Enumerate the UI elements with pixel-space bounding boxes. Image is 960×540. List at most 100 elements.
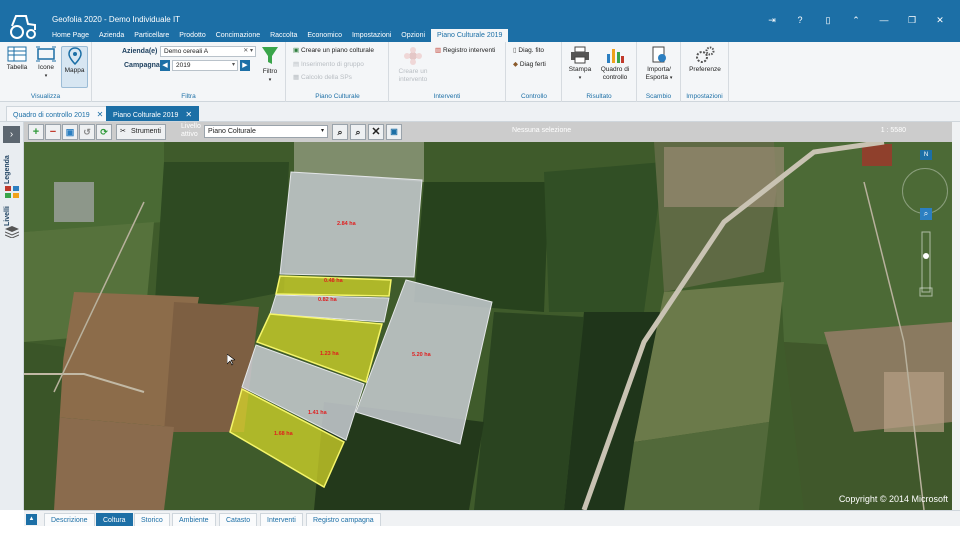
quadro-controllo-button[interactable]: Quadro di controllo <box>596 46 634 82</box>
menu-concimazione[interactable]: Concimazione <box>212 29 264 42</box>
campagna-dropdown-icon: ▾ <box>231 62 235 68</box>
stampa-button[interactable]: Stampa ▾ <box>566 46 594 82</box>
collapse-ribbon-icon[interactable]: ⌃ <box>842 13 870 27</box>
diag-ferti-button[interactable]: ◆ Diag ferti <box>513 60 546 70</box>
plot-area-label: 5.20 ha <box>412 352 431 358</box>
menu-raccolta[interactable]: Raccolta <box>266 29 301 42</box>
menu-impostazioni[interactable]: Impostazioni <box>348 29 395 42</box>
menu-home-page[interactable]: Home Page <box>48 29 93 42</box>
gears-icon <box>696 46 715 63</box>
clipboard-icon[interactable]: ▯ <box>814 13 842 27</box>
tab-quadro-controllo[interactable]: Quadro di controllo 2019 ✕ <box>6 106 111 121</box>
printer-icon <box>571 46 589 64</box>
group-controllo: ▯ Diag. fito ◆ Diag ferti Controllo <box>507 42 562 102</box>
active-layer-select[interactable]: Piano Colturale ▾ <box>204 125 328 138</box>
save-icon[interactable]: ▣ <box>62 124 78 140</box>
legend-swatches-icon <box>5 186 19 198</box>
clear-selection-icon[interactable]: ✕ <box>368 124 384 140</box>
mappa-button[interactable]: Mappa <box>61 46 88 88</box>
azienda-combo[interactable]: Demo cereali A ✕ ▾ <box>160 46 256 57</box>
status-bar <box>0 526 960 540</box>
menu-prodotto[interactable]: Prodotto <box>175 29 209 42</box>
bar-chart-icon <box>607 49 624 63</box>
zoom-icon[interactable]: ⌕ <box>920 208 932 220</box>
close-tab-icon[interactable]: ✕ <box>185 110 192 119</box>
satellite-map[interactable] <box>24 142 952 510</box>
group-insert-icon: ▤ <box>293 61 300 68</box>
calcolo-sps-button[interactable]: ▦ Calcolo della SPs <box>293 73 352 83</box>
add-icon[interactable]: + <box>28 124 44 140</box>
close-icon[interactable]: ✕ <box>926 13 954 27</box>
document-icon: ▯ <box>513 47 517 54</box>
group-label-scambio: Scambio <box>645 93 672 100</box>
map-view[interactable]: 2.84 ha 0.48 ha 0.82 ha 1.23 ha 5.20 ha … <box>24 142 952 510</box>
menu-opzioni[interactable]: Opzioni <box>397 29 429 42</box>
expand-panel-icon[interactable]: › <box>3 126 20 143</box>
tab-interventi[interactable]: Interventi <box>260 513 303 527</box>
tab-coltura[interactable]: Coltura <box>96 513 133 527</box>
tools-icon: ✂ <box>120 128 126 135</box>
campagna-prev-button[interactable]: ◀ <box>160 60 170 71</box>
tab-catasto[interactable]: Catasto <box>219 513 258 527</box>
vertical-scrollbar[interactable] <box>952 122 960 510</box>
legenda-tab[interactable]: Legenda <box>4 155 11 184</box>
menu-particellare[interactable]: Particellare <box>130 29 173 42</box>
menu-azienda[interactable]: Azienda <box>95 29 128 42</box>
importa-dropdown-icon: ▾ <box>669 75 673 81</box>
registro-interventi-button[interactable]: ▥ Registro interventi <box>435 46 495 56</box>
crea-piano-button[interactable]: ▣ Creare un piano colturale <box>293 46 374 56</box>
livelli-tab[interactable]: Livelli <box>4 206 11 226</box>
campagna-next-button[interactable]: ▶ <box>240 60 250 71</box>
group-label-visualizza: Visualizza <box>30 93 61 100</box>
help-icon[interactable]: ? <box>786 13 814 27</box>
tab-registro-campagna[interactable]: Registro campagna <box>306 513 381 527</box>
full-extent-icon[interactable]: ▣ <box>386 124 402 140</box>
map-scale: 1 : 5580 <box>880 127 906 134</box>
minimize-icon[interactable]: — <box>870 13 898 27</box>
preferenze-button[interactable]: Preferenze <box>684 46 726 74</box>
refresh-icon[interactable]: ⟳ <box>96 124 112 140</box>
window-share-icon[interactable]: ⇥ <box>758 13 786 27</box>
strumenti-button[interactable]: ✂ Strumenti <box>116 124 166 140</box>
ribbon: Tabella Icone ▾ Mappa Visualizza Azienda(… <box>0 42 960 102</box>
plot-area-label: 0.48 ha <box>324 278 343 284</box>
icone-button[interactable]: Icone ▾ <box>33 46 59 80</box>
new-plan-icon: ▣ <box>293 47 300 54</box>
expand-details-icon[interactable]: ▲ <box>26 514 37 525</box>
filtro-button[interactable]: Filtro ▾ <box>258 46 282 84</box>
tabella-button[interactable]: Tabella <box>4 46 30 72</box>
diag-fito-button[interactable]: ▯ Diag. fito <box>513 46 544 56</box>
import-export-icon <box>652 46 666 63</box>
group-scambio: Importa/ Esporta ▾ Scambio <box>637 42 681 102</box>
menu-piano-culturale[interactable]: Piano Culturale 2019 <box>431 29 509 42</box>
maximize-icon[interactable]: ❐ <box>898 13 926 27</box>
creare-intervento-button[interactable]: Creare un intervento <box>393 46 433 84</box>
tab-descrizione[interactable]: Descrizione <box>44 513 95 527</box>
menu-economico[interactable]: Economico <box>303 29 346 42</box>
tractor-logo-icon <box>10 15 36 39</box>
tab-piano-colturale[interactable]: Piano Colturale 2019 ✕ <box>106 106 200 121</box>
group-label-interventi: Interventi <box>433 93 461 100</box>
azienda-label: Azienda(e) <box>122 48 158 55</box>
group-label-controllo: Controllo <box>520 93 547 100</box>
table-icon <box>7 46 27 62</box>
left-side-rail: › Legenda Livelli <box>0 122 24 510</box>
find-icon[interactable]: ⌕ <box>350 124 366 140</box>
plot-area-label: 1.68 ha <box>274 431 293 437</box>
group-interventi: Creare un intervento ▥ Registro interven… <box>389 42 506 102</box>
livello-attivo-label: Livello attivo <box>181 123 201 138</box>
inserimento-gruppo-button[interactable]: ▤ Inserimento di gruppo <box>293 60 364 70</box>
group-label-impostazioni: Impostazioni <box>686 93 723 100</box>
frame-icon <box>36 46 56 62</box>
importa-esporta-button[interactable]: Importa/ Esporta ▾ <box>640 46 678 82</box>
zoom-search-icon[interactable]: ⌕ <box>332 124 348 140</box>
azienda-clear-dropdown-icon[interactable]: ✕ ▾ <box>243 47 253 56</box>
app-title: Geofolia 2020 - Demo Individuale IT <box>52 15 181 24</box>
group-label-risultato: Risultato <box>586 93 612 100</box>
remove-icon[interactable]: − <box>45 124 61 140</box>
campagna-combo[interactable]: 2019 ▾ <box>172 60 238 71</box>
tab-ambiente[interactable]: Ambiente <box>172 513 216 527</box>
undo-icon[interactable]: ↺ <box>79 124 95 140</box>
tab-storico[interactable]: Storico <box>134 513 170 527</box>
close-tab-icon[interactable]: ✕ <box>97 110 104 119</box>
